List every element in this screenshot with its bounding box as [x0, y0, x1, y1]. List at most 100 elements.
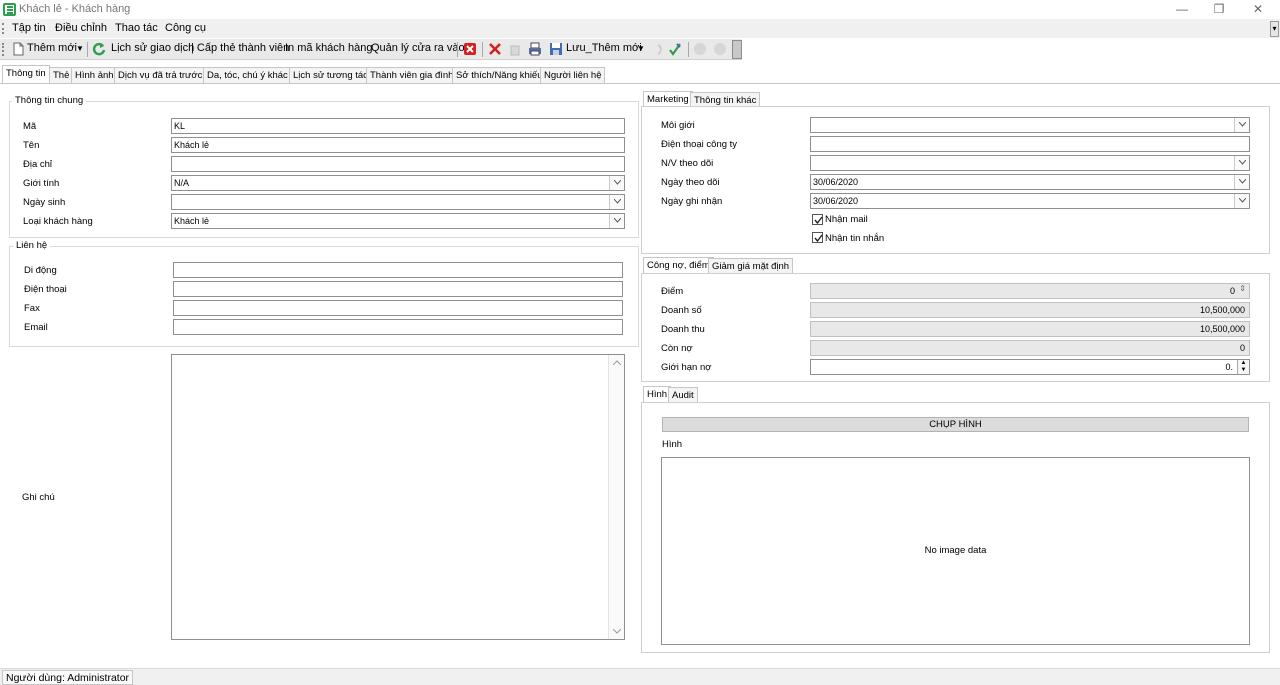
- receive-sms-checkbox[interactable]: [812, 232, 823, 243]
- mobile-field[interactable]: [173, 262, 623, 278]
- tab-contacts[interactable]: Người liên hệ: [540, 67, 606, 83]
- spin-icon[interactable]: ⇕: [1239, 284, 1246, 293]
- capture-button[interactable]: CHỤP HÌNH: [662, 417, 1249, 432]
- delete-icon[interactable]: [488, 42, 502, 56]
- tab-skin-hair[interactable]: Da, tóc, chú ý khác: [203, 67, 292, 83]
- issue-card-button[interactable]: | Cấp thẻ thành viên: [191, 42, 289, 54]
- scroll-up-icon[interactable]: [613, 360, 621, 365]
- follow-date-value: 30/06/2020: [813, 177, 859, 187]
- remaining-debt-label: Còn nợ: [661, 343, 693, 354]
- sales-field: 10,500,000: [810, 302, 1250, 318]
- tab-marketing[interactable]: Marketing: [643, 91, 693, 107]
- record-date-value: 30/06/2020: [813, 196, 859, 206]
- menu-overflow-icon[interactable]: ▾: [1270, 21, 1279, 37]
- toolbar-overflow-icon[interactable]: [732, 40, 742, 59]
- window-title: Khách lẻ - Khách hàng: [19, 3, 131, 15]
- minimize-button[interactable]: —: [1167, 1, 1197, 18]
- note-textarea[interactable]: [171, 354, 625, 640]
- chevron-down-icon: [614, 180, 621, 185]
- email-field[interactable]: [173, 319, 623, 335]
- spinner-icon[interactable]: ▲ ▼: [1237, 360, 1249, 374]
- tab-audit[interactable]: Audit: [668, 387, 698, 402]
- scroll-down-icon[interactable]: [613, 629, 621, 634]
- menu-actions[interactable]: Thao tác: [115, 22, 158, 34]
- chevron-down-icon: [1239, 198, 1246, 203]
- points-field[interactable]: 0 ⇕: [810, 283, 1250, 299]
- address-field[interactable]: [171, 156, 625, 172]
- image-box[interactable]: No image data: [661, 457, 1250, 645]
- points-label: Điểm: [661, 286, 684, 297]
- new-button[interactable]: Thêm mới: [27, 42, 77, 54]
- receive-mail-label: Nhận mail: [825, 214, 868, 225]
- tab-info[interactable]: Thông tin: [2, 65, 50, 84]
- follow-date-picker[interactable]: 30/06/2020: [810, 174, 1250, 190]
- record-date-label: Ngày ghi nhận: [661, 196, 723, 207]
- menu-edit[interactable]: Điều chỉnh: [55, 22, 107, 34]
- grip-icon: [2, 23, 4, 34]
- company-phone-field[interactable]: [810, 136, 1250, 152]
- door-manage-button[interactable]: Quản lý cửa ra vào: [371, 42, 465, 54]
- note-scrollbar[interactable]: [608, 355, 624, 639]
- staff-select[interactable]: [810, 155, 1250, 171]
- gender-value: N/A: [174, 178, 190, 188]
- tab-family[interactable]: Thành viên gia đình: [366, 67, 458, 83]
- spellcheck-icon[interactable]: [668, 42, 682, 56]
- copy-icon: [510, 45, 520, 56]
- close-button[interactable]: ✕: [1243, 1, 1273, 18]
- checkmark-icon: [814, 216, 823, 225]
- chevron-down-icon: [614, 199, 621, 204]
- history-button[interactable]: Lịch sử giao dịch: [111, 42, 194, 54]
- restore-button[interactable]: ❐: [1204, 1, 1234, 18]
- tab-card[interactable]: Thẻ: [49, 67, 74, 83]
- customer-type-select[interactable]: Khách lẻ: [171, 213, 625, 229]
- broker-select[interactable]: [810, 117, 1250, 133]
- birthdate-picker[interactable]: [171, 194, 625, 210]
- refresh-icon: [92, 42, 106, 56]
- save-icon: [550, 43, 562, 55]
- gender-label: Giới tính: [23, 178, 60, 189]
- menu-tools[interactable]: Công cụ: [165, 22, 206, 34]
- gender-select[interactable]: N/A: [171, 175, 625, 191]
- staff-label: N/V theo dõi: [661, 158, 714, 169]
- toolbar-separator: [457, 42, 458, 57]
- birthdate-label: Ngày sinh: [23, 197, 66, 208]
- note-label: Ghi chú: [22, 492, 55, 503]
- cancel-icon[interactable]: [463, 42, 477, 56]
- save-dropdown-icon[interactable]: ▼: [637, 44, 645, 53]
- follow-date-label: Ngày theo dõi: [661, 177, 720, 188]
- receive-mail-checkbox[interactable]: [812, 214, 823, 225]
- debt-limit-label: Giới hạn nợ: [661, 362, 712, 373]
- menu-file[interactable]: Tập tin: [12, 22, 46, 34]
- email-label: Email: [24, 322, 48, 333]
- tab-image[interactable]: Hình: [643, 386, 672, 402]
- phone-label: Điện thoại: [24, 284, 67, 295]
- tab-hobbies[interactable]: Sở thích/Năng khiếu: [452, 67, 547, 83]
- name-field[interactable]: Khách lẻ: [171, 137, 625, 153]
- phone-field[interactable]: [173, 281, 623, 297]
- new-document-icon: [13, 42, 24, 56]
- tab-debt-points[interactable]: Công nợ, điểm: [643, 257, 714, 273]
- print-code-button[interactable]: In mã khách hàng: [285, 42, 372, 54]
- receive-sms-label: Nhận tin nhắn: [825, 233, 885, 244]
- record-date-picker[interactable]: 30/06/2020: [810, 193, 1250, 209]
- menu-bar: Tập tin Điều chỉnh Thao tác Công cụ ▾: [0, 19, 1280, 38]
- toolbar-separator: [688, 42, 689, 57]
- debt-limit-field[interactable]: 0. ▲ ▼: [810, 359, 1250, 375]
- print-icon[interactable]: [528, 42, 542, 56]
- new-dropdown-icon[interactable]: ▼: [76, 44, 84, 53]
- fax-field[interactable]: [173, 300, 623, 316]
- save-new-button[interactable]: Lưu_Thêm mới: [566, 42, 642, 54]
- toolbar-separator: [87, 42, 88, 57]
- tab-images[interactable]: Hình ảnh: [71, 67, 118, 83]
- code-field[interactable]: KL: [171, 118, 625, 134]
- mobile-label: Di động: [24, 265, 57, 276]
- chevron-down-icon: [614, 218, 621, 223]
- app-icon: [3, 3, 16, 16]
- name-label: Tên: [23, 140, 40, 151]
- tab-other-info[interactable]: Thông tin khác: [690, 92, 761, 107]
- debt-limit-value: 0.: [1225, 362, 1233, 372]
- nav-next-icon: [714, 43, 726, 55]
- tab-interaction-history[interactable]: Lịch sử tương tác: [289, 67, 372, 83]
- tab-default-discount[interactable]: Giảm giá mặt định: [708, 258, 794, 273]
- tab-prepaid-services[interactable]: Dịch vụ đã trả trước: [114, 67, 207, 83]
